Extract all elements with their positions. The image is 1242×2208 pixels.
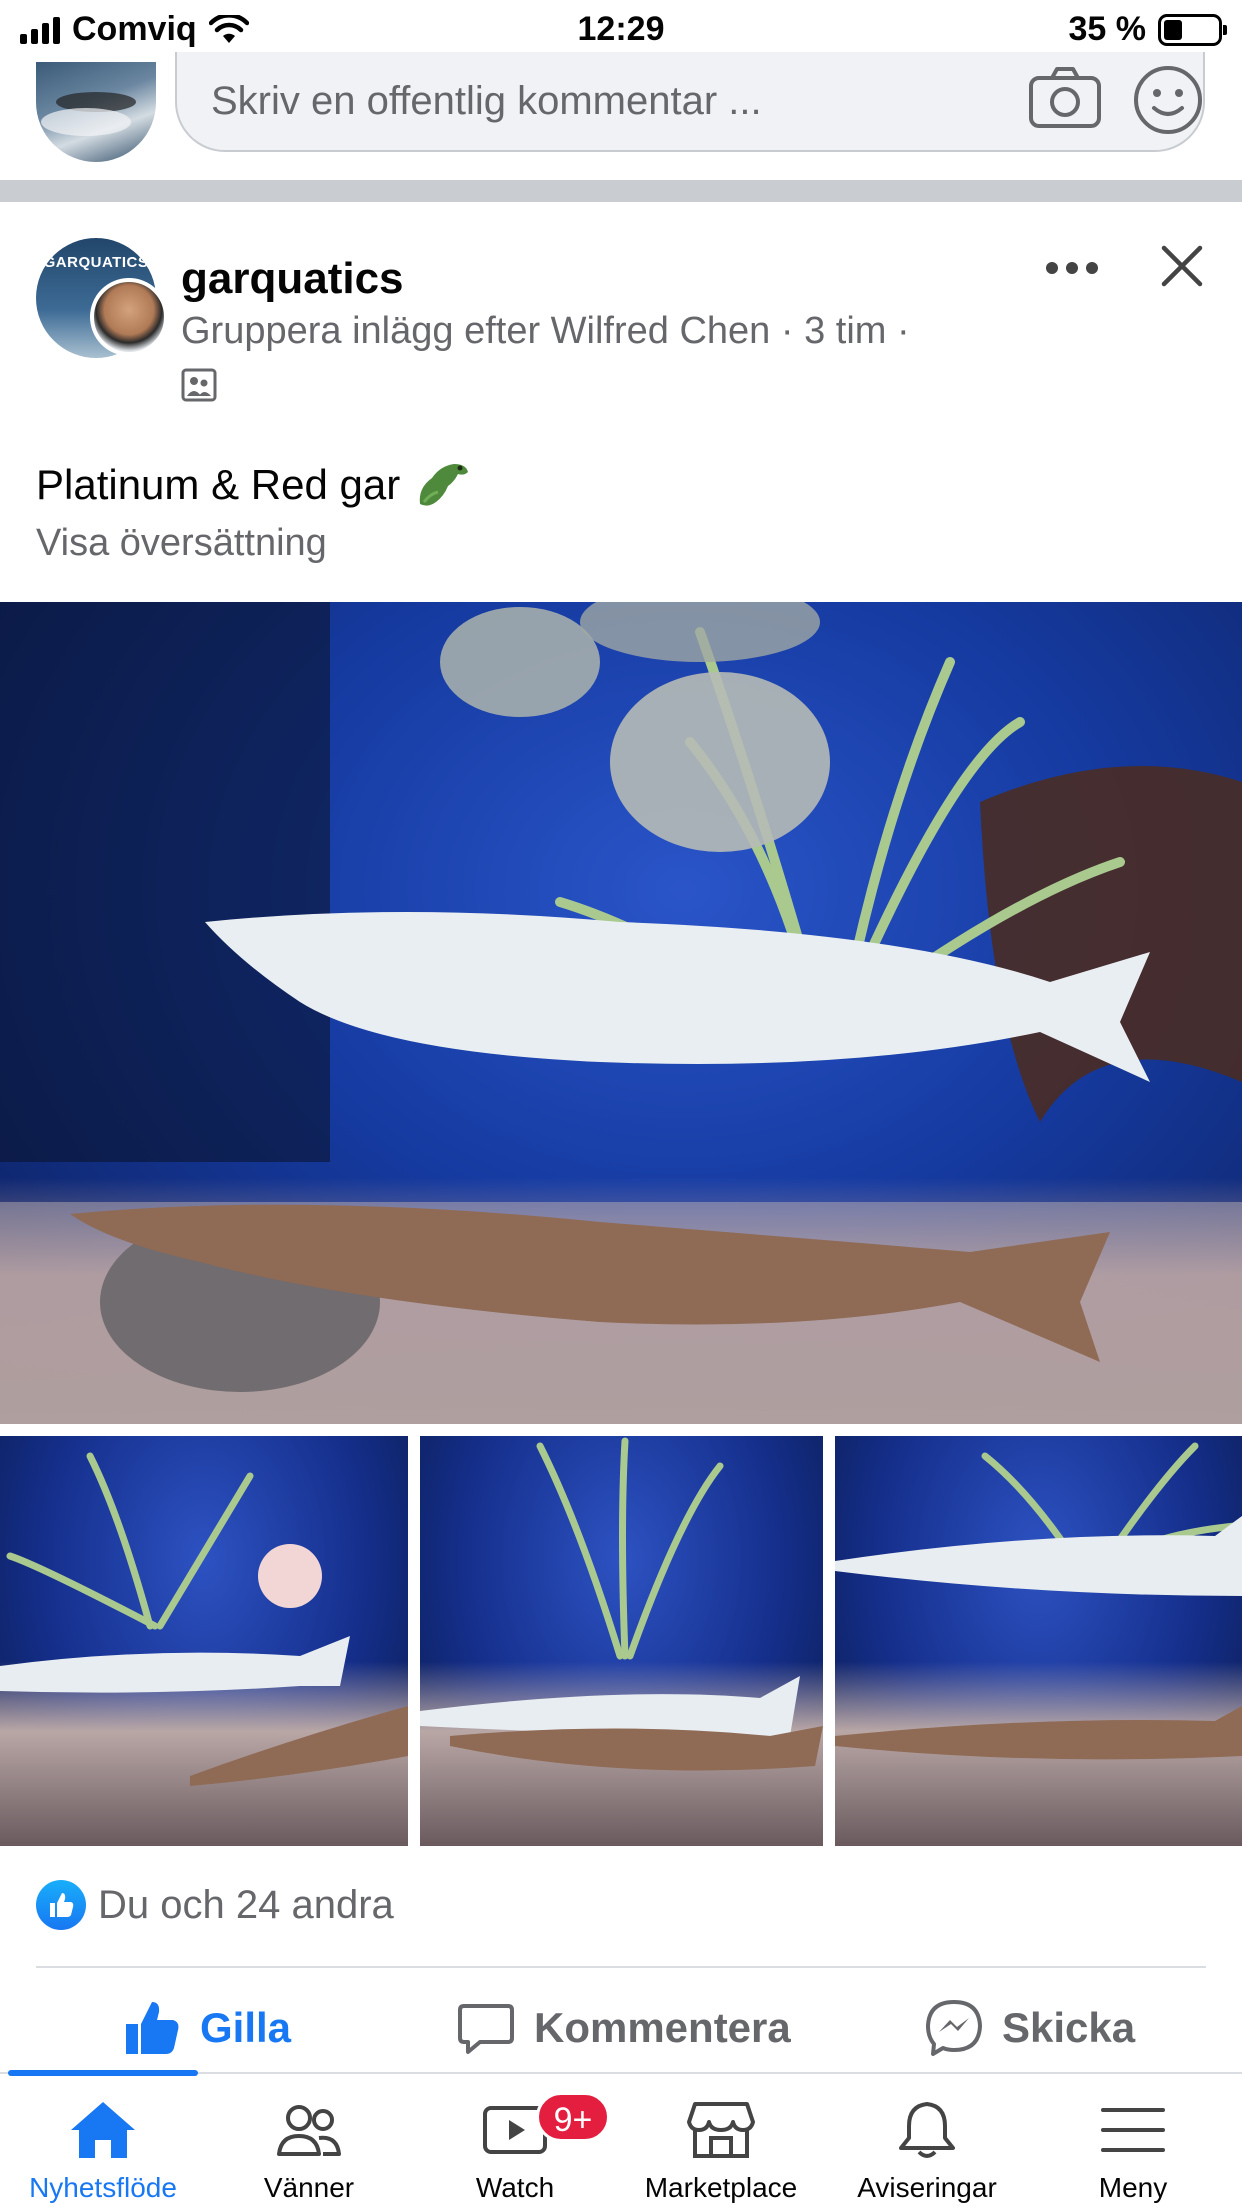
group-audience-icon bbox=[181, 368, 217, 402]
post-photo-thumbnails bbox=[0, 1436, 1242, 1846]
like-label: Gilla bbox=[200, 2004, 292, 2051]
messenger-icon bbox=[926, 2000, 982, 2056]
tab-marketplace[interactable]: Marketplace bbox=[618, 2098, 824, 2204]
tab-friends[interactable]: Vänner bbox=[206, 2098, 412, 2204]
send-label: Skicka bbox=[1002, 2004, 1136, 2051]
marketplace-icon bbox=[687, 2102, 755, 2158]
active-tab-indicator bbox=[8, 2070, 198, 2076]
battery-icon bbox=[1158, 13, 1227, 46]
post-text: Platinum & Red gar bbox=[36, 461, 401, 508]
post-photo-thumbnail[interactable] bbox=[835, 1436, 1242, 1846]
comment-composer: Skriv en offentlig kommentar ... bbox=[0, 52, 1242, 180]
post-photo-thumbnail[interactable] bbox=[420, 1436, 823, 1846]
avatar-logo-text: GARQUATICS bbox=[43, 254, 149, 271]
reactions-summary[interactable]: Du och 24 andra bbox=[36, 1880, 394, 1930]
feed-separator bbox=[0, 180, 1242, 202]
tab-news-feed[interactable]: Nyhetsflöde bbox=[0, 2098, 206, 2204]
tab-label: Aviseringar bbox=[857, 2172, 997, 2203]
watch-notification-badge: 9+ bbox=[536, 2092, 610, 2142]
thumbs-up-icon bbox=[126, 2002, 179, 2054]
aquarium-photo bbox=[0, 602, 1242, 1424]
actions-divider bbox=[36, 1966, 1206, 1968]
send-button[interactable]: Skicka bbox=[924, 1990, 1135, 2066]
post-actions: Gilla Kommentera Skicka bbox=[0, 1990, 1242, 2066]
tab-watch[interactable]: 9+ Watch bbox=[412, 2092, 618, 2204]
close-icon[interactable] bbox=[1158, 242, 1206, 290]
post-author[interactable]: garquatics bbox=[181, 254, 404, 304]
crocodile-emoji-icon bbox=[419, 464, 469, 506]
menu-icon bbox=[1101, 2108, 1165, 2152]
comment-button[interactable]: Kommentera bbox=[456, 1990, 791, 2066]
tab-label: Watch bbox=[475, 2172, 555, 2203]
tab-notifications[interactable]: Aviseringar bbox=[824, 2098, 1030, 2204]
tab-label: Marketplace bbox=[644, 2172, 798, 2203]
comment-bubble-icon bbox=[458, 2004, 514, 2054]
post-photo-thumbnail[interactable] bbox=[0, 1436, 408, 1846]
tab-label: Vänner bbox=[263, 2172, 355, 2203]
post-meta: Gruppera inlägg efter Wilfred Chen · 3 t… bbox=[181, 310, 910, 352]
comment-placeholder: Skriv en offentlig kommentar ... bbox=[211, 78, 762, 123]
home-icon bbox=[71, 2102, 135, 2158]
post-text-row: Platinum & Red gar bbox=[36, 458, 472, 512]
post-photo-main[interactable] bbox=[0, 602, 1242, 1424]
bell-icon bbox=[899, 2102, 955, 2158]
see-translation-link[interactable]: Visa översättning bbox=[36, 522, 327, 565]
more-options-icon[interactable] bbox=[1046, 260, 1102, 276]
like-button[interactable]: Gilla bbox=[122, 1990, 291, 2066]
tab-menu[interactable]: Meny bbox=[1030, 2098, 1236, 2204]
user-avatar[interactable] bbox=[36, 62, 156, 162]
bottom-tab-bar: Nyhetsflöde Vänner 9+ Watch Marketplace bbox=[0, 2070, 1242, 2208]
emoji-icon[interactable] bbox=[1132, 64, 1204, 136]
tab-label: Nyhetsflöde bbox=[29, 2172, 177, 2203]
friends-icon bbox=[277, 2105, 341, 2156]
battery-percent: 35 % bbox=[1068, 10, 1147, 48]
tab-label: Meny bbox=[1098, 2172, 1168, 2203]
poster-avatar[interactable] bbox=[90, 278, 168, 356]
like-reaction-icon bbox=[36, 1880, 86, 1930]
camera-icon[interactable] bbox=[1028, 64, 1102, 130]
reactions-text: Du och 24 andra bbox=[98, 1882, 394, 1927]
clock: 12:29 bbox=[577, 10, 665, 48]
comment-label: Kommentera bbox=[534, 2004, 791, 2051]
